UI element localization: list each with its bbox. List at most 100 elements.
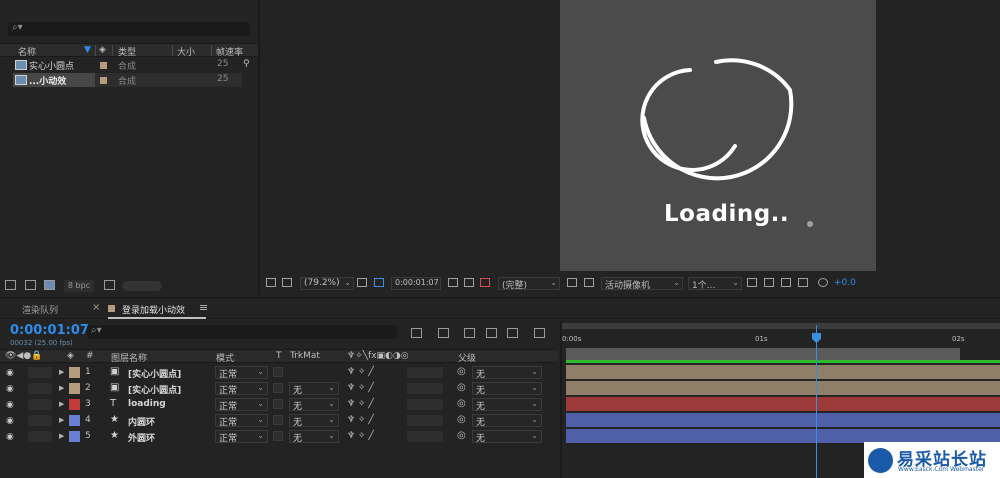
project-item[interactable]: 实心小圆点 合成 25 ⚲ [0,58,258,72]
blend-mode-dropdown[interactable]: 正常 ⌄ [215,430,268,444]
interpret-footage-icon[interactable] [5,280,16,290]
exposure-value[interactable]: +0.0 [834,278,856,288]
trkmat-dropdown[interactable]: 无 ⌄ [289,398,339,412]
fast-previews-icon[interactable] [764,278,774,287]
label-color-swatch[interactable] [100,77,107,84]
playhead-line[interactable] [816,325,817,478]
resolution-dropdown[interactable]: (完整) ⌄ [498,277,560,291]
frame-blending-icon[interactable] [486,328,497,338]
column-type[interactable]: 类型 [118,45,136,58]
label-color-swatch[interactable] [69,431,80,442]
label-color-swatch[interactable] [100,62,107,69]
layer-row[interactable]: ◉ ▶ 5 ★ 外圆环 正常 ⌄ 无 ⌄ ♆ ✧ ╱ ◎ 无 ⌄ [0,429,558,445]
toggle-pixel-aspect-icon[interactable] [747,278,757,287]
region-of-interest-icon[interactable] [374,278,384,287]
hide-shy-layers-icon[interactable] [464,328,475,338]
column-size[interactable]: 大小 [177,45,195,58]
layer-switches[interactable]: ♆ ✧ ╱ [347,431,374,441]
flowchart-icon[interactable] [798,278,808,287]
composition-canvas[interactable]: Loading.. [560,0,876,271]
layer-switches[interactable]: ♆ ✧ ╱ [347,399,374,409]
label-tag-icon[interactable]: ◈ [99,45,106,55]
pick-whip-icon[interactable]: ◎ [457,430,466,441]
pick-whip-icon[interactable]: ◎ [457,366,466,377]
fast-preview-icon[interactable] [567,278,577,287]
audio-solo-lock-switches[interactable] [28,431,52,442]
reset-exposure-icon[interactable] [818,278,828,287]
blend-mode-dropdown[interactable]: 正常 ⌄ [215,414,268,428]
layer-duration-bar[interactable] [566,365,1000,379]
tab-render-queue[interactable]: 渲染队列 [22,303,58,316]
graph-editor-icon[interactable] [534,328,545,338]
always-preview-icon[interactable] [266,278,276,287]
work-area-bar[interactable] [566,348,960,360]
parent-dropdown[interactable]: 无 ⌄ [472,398,542,412]
expand-triangle-icon[interactable]: ▶ [59,400,64,408]
label-color-swatch[interactable] [69,383,80,394]
audio-solo-lock-switches[interactable] [28,399,52,410]
trash-icon[interactable] [104,280,115,290]
preserve-transparency-checkbox[interactable] [273,399,283,409]
preserve-transparency-checkbox[interactable] [273,415,283,425]
transparency-grid-icon[interactable] [584,278,594,287]
audio-solo-lock-switches[interactable] [28,415,52,426]
fit-icon[interactable] [357,278,367,287]
blend-mode-dropdown[interactable]: 正常 ⌄ [215,366,268,380]
expand-triangle-icon[interactable]: ▶ [59,432,64,440]
pick-whip-icon[interactable]: ◎ [457,414,466,425]
parent-dropdown[interactable]: 无 ⌄ [472,366,542,380]
layer-switches[interactable]: ♆ ✧ ╱ [347,415,374,425]
expand-triangle-icon[interactable]: ▶ [59,368,64,376]
thumbnail-slider[interactable] [122,281,162,291]
layer-row[interactable]: ◉ ▶ 3 Tloading 正常 ⌄ 无 ⌄ ♆ ✧ ╱ ◎ 无 ⌄ [0,397,558,413]
trkmat-dropdown[interactable]: 无 ⌄ [289,382,339,396]
layer-row[interactable]: ◉ ▶ 4 ★ 内圆环 正常 ⌄ 无 ⌄ ♆ ✧ ╱ ◎ 无 ⌄ [0,413,558,429]
project-search-input[interactable]: ⌕▾ [8,22,250,36]
layer-switch-boxes[interactable] [407,383,443,394]
eye-icon[interactable]: ◉ [6,432,14,442]
column-fps[interactable]: 帧速率 [216,45,243,58]
blend-mode-dropdown[interactable]: 正常 ⌄ [215,398,268,412]
layer-name[interactable]: 外圆环 [128,431,155,444]
close-icon[interactable]: × [92,302,100,313]
project-item-selected[interactable]: ...小动效 合成 25 [0,73,258,87]
tab-composition[interactable]: 登录加载小动效 [122,303,185,316]
motion-blur-icon[interactable] [507,328,518,338]
expand-triangle-icon[interactable]: ▶ [59,384,64,392]
time-ruler[interactable]: 0:00s 01s 02s [562,331,1000,345]
views-dropdown[interactable]: 1个... ⌄ [688,277,742,291]
parent-dropdown[interactable]: 无 ⌄ [472,414,542,428]
layer-switches[interactable]: ♆ ✧ ╱ [347,383,374,393]
timecode-field[interactable]: 0:00:01:07 [391,277,441,290]
expand-triangle-icon[interactable]: ▶ [59,416,64,424]
preserve-transparency-checkbox[interactable] [273,383,283,393]
current-time-display[interactable]: 0:00:01:07 [10,323,89,338]
audio-solo-lock-switches[interactable] [28,383,52,394]
layer-row[interactable]: ◉ ▶ 1 ▣ [实心小圆点] 正常 ⌄ ♆ ✧ ╱ ◎ 无 ⌄ [0,365,558,381]
new-folder-icon[interactable] [25,280,36,290]
layer-name[interactable]: [实心小圆点] [128,367,181,380]
column-layer-name[interactable]: 图层名称 [111,351,147,364]
column-name[interactable]: 名称 [18,45,36,58]
layer-name[interactable]: 内圆环 [128,415,155,428]
bit-depth-button[interactable]: 8 bpc [64,280,94,292]
time-navigator[interactable] [562,323,1000,329]
label-color-swatch[interactable] [69,399,80,410]
layer-switch-boxes[interactable] [407,399,443,410]
pick-whip-icon[interactable]: ◎ [457,398,466,409]
trkmat-dropdown[interactable]: 无 ⌄ [289,414,339,428]
label-color-swatch[interactable] [69,415,80,426]
blend-mode-dropdown[interactable]: 正常 ⌄ [215,382,268,396]
sort-arrow-icon[interactable]: ▼ [84,45,91,55]
eye-icon[interactable]: ◉ [6,368,14,378]
camera-dropdown[interactable]: 活动摄像机 ⌄ [601,277,683,291]
zoom-dropdown[interactable]: (79.2%) ⌄ [300,277,354,290]
timeline-icon[interactable] [781,278,791,287]
pick-whip-icon[interactable]: ◎ [457,382,466,393]
timeline-search-input[interactable]: ⌕▾ [87,325,397,339]
label-color-swatch[interactable] [69,367,80,378]
new-composition-icon[interactable] [44,280,55,290]
layer-duration-bar[interactable] [566,381,1000,395]
draft-3d-icon[interactable] [438,328,449,338]
parent-dropdown[interactable]: 无 ⌄ [472,430,542,444]
